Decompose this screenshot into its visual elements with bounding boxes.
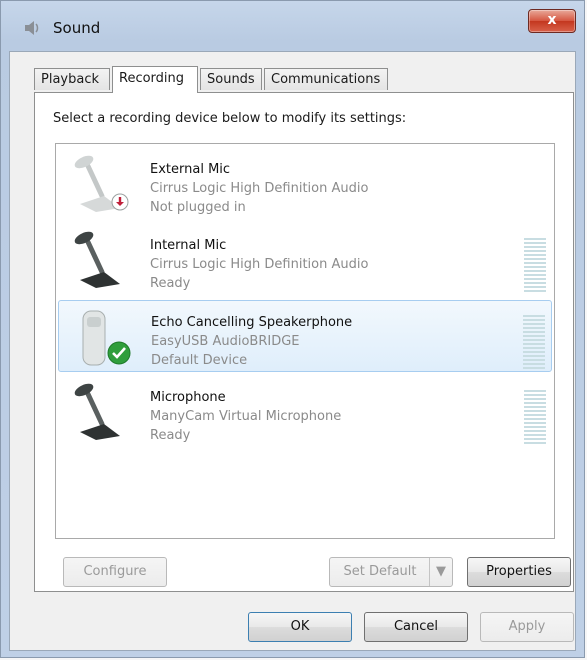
device-item[interactable]: External Mic Cirrus Logic High Definitio… (58, 148, 552, 220)
dialog-body: Playback Recording Sounds Communications… (9, 51, 576, 651)
device-item[interactable]: Microphone ManyCam Virtual Microphone Re… (58, 376, 552, 448)
tab-playback[interactable]: Playback (34, 68, 110, 90)
recording-panel: Select a recording device below to modif… (34, 92, 574, 592)
set-default-label: Set Default (343, 564, 417, 579)
properties-button[interactable]: Properties (467, 557, 571, 587)
cancel-button[interactable]: Cancel (364, 612, 468, 642)
device-item-selected[interactable]: Echo Cancelling Speakerphone EasyUSB Aud… (58, 300, 552, 372)
device-driver: EasyUSB AudioBRIDGE (151, 334, 300, 349)
apply-button[interactable]: Apply (480, 612, 574, 642)
close-button[interactable]: x (528, 9, 576, 33)
device-list[interactable]: External Mic Cirrus Logic High Definitio… (55, 143, 555, 539)
device-driver: ManyCam Virtual Microphone (150, 409, 342, 424)
tab-recording[interactable]: Recording (112, 66, 198, 93)
tab-communications[interactable]: Communications (264, 68, 388, 90)
device-name: External Mic (150, 162, 231, 177)
device-name: Internal Mic (150, 238, 227, 253)
title-bar[interactable]: Sound x (1, 1, 584, 57)
configure-button[interactable]: Configure (63, 557, 167, 587)
device-status: Default Device (151, 353, 248, 368)
device-name: Microphone (150, 390, 226, 405)
level-meter (524, 390, 546, 446)
set-default-button[interactable]: Set Default ▼ (329, 557, 453, 587)
window-title: Sound (53, 19, 101, 37)
speaker-icon (25, 21, 39, 35)
device-status: Ready (150, 276, 191, 291)
sound-dialog: Sound x Playback Recording Sounds Commun… (0, 0, 585, 658)
device-status: Ready (150, 428, 191, 443)
microphone-icon (74, 231, 120, 288)
tab-sounds[interactable]: Sounds (200, 68, 262, 90)
device-item[interactable]: Internal Mic Cirrus Logic High Definitio… (58, 224, 552, 296)
level-meter (524, 238, 546, 294)
device-name: Echo Cancelling Speakerphone (151, 315, 353, 330)
microphone-icon (74, 383, 120, 440)
device-driver: Cirrus Logic High Definition Audio (150, 181, 369, 196)
instruction-text: Select a recording device below to modif… (53, 111, 407, 126)
ok-button[interactable]: OK (248, 612, 352, 642)
chevron-down-icon[interactable]: ▼ (429, 558, 452, 586)
device-status: Not plugged in (150, 200, 246, 215)
device-driver: Cirrus Logic High Definition Audio (150, 257, 369, 272)
unplugged-badge-icon (111, 193, 129, 211)
level-meter (523, 315, 545, 371)
default-check-icon (107, 341, 131, 365)
